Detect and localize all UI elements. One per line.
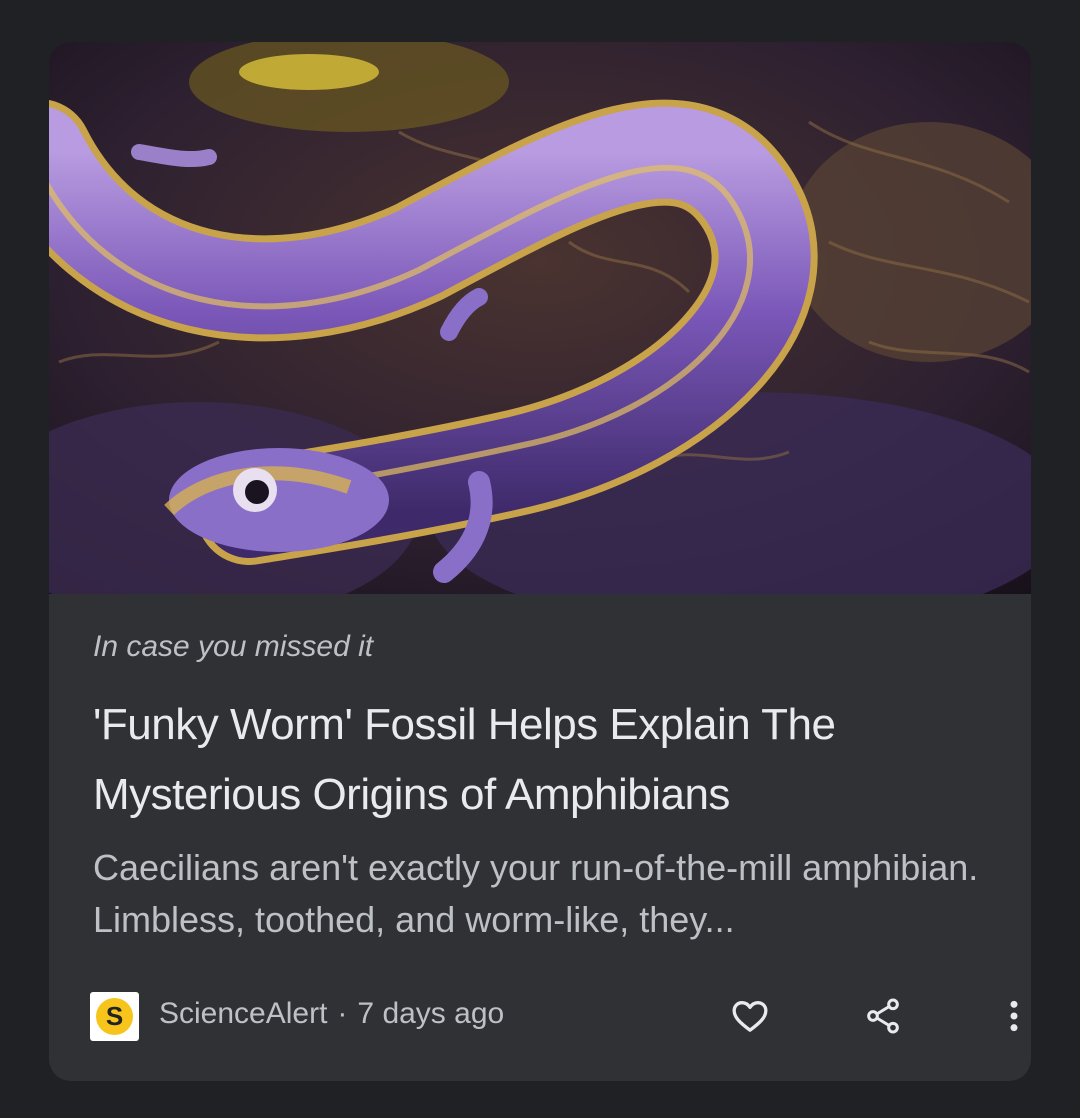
source-meta: ScienceAlert · 7 days ago: [159, 997, 504, 1031]
news-card[interactable]: In case you missed it 'Funky Worm' Fossi…: [49, 42, 1031, 1081]
source-name[interactable]: ScienceAlert: [159, 997, 327, 1030]
amphibian-illustration: [49, 42, 1031, 594]
share-button[interactable]: [857, 990, 909, 1042]
publish-age: 7 days ago: [357, 997, 505, 1030]
heart-outline-icon: [732, 1001, 768, 1032]
article-image[interactable]: [49, 42, 1031, 594]
source-logo: S: [90, 992, 139, 1041]
more-options-button[interactable]: [988, 990, 1031, 1042]
kicker-label: In case you missed it: [93, 630, 374, 663]
article-snippet: Caecilians aren't exactly your run-of-th…: [93, 847, 979, 940]
source-logo-letter: S: [96, 998, 133, 1035]
meta-separator: ·: [337, 997, 348, 1030]
card-footer: S ScienceAlert · 7 days ago: [90, 990, 1018, 1042]
more-vertical-icon: [1010, 1000, 1018, 1032]
like-button[interactable]: [724, 990, 776, 1042]
article-headline[interactable]: 'Funky Worm' Fossil Helps Explain The My…: [93, 690, 993, 830]
share-icon: [867, 998, 899, 1034]
